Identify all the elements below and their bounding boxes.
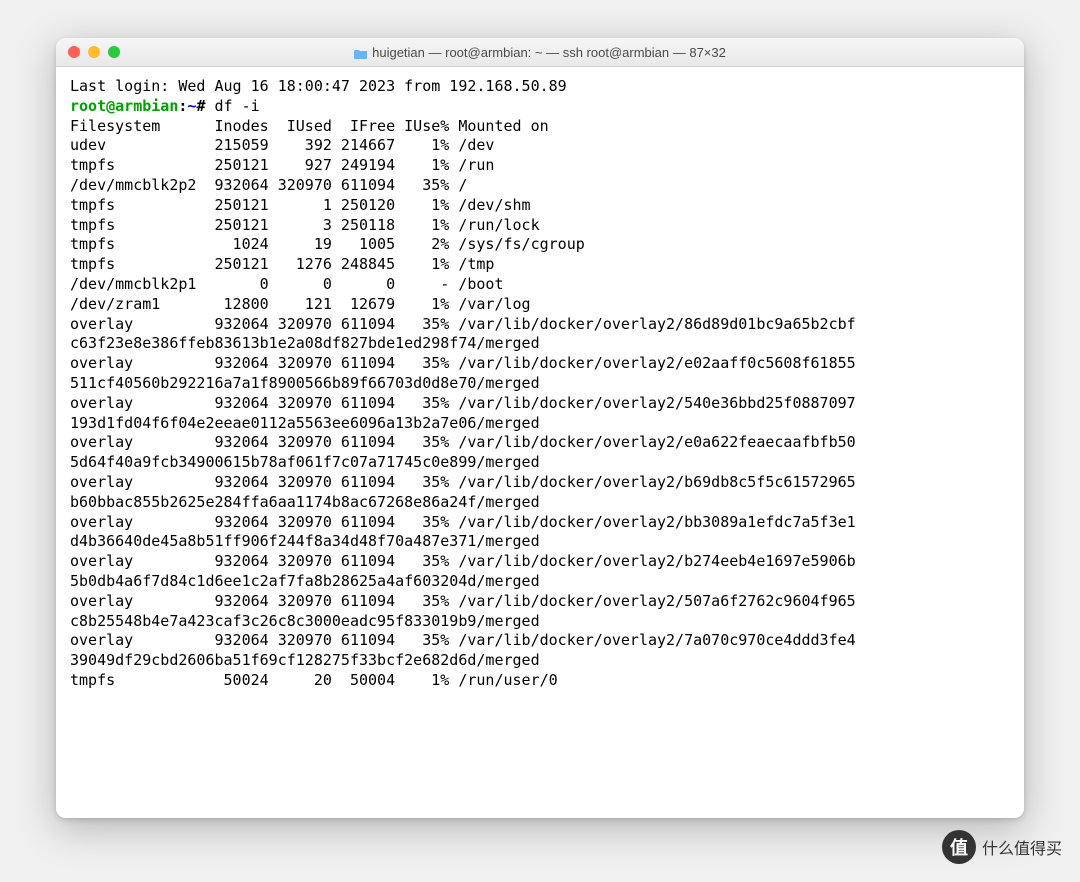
terminal-body[interactable]: Last login: Wed Aug 16 18:00:47 2023 fro… bbox=[56, 67, 1024, 818]
traffic-lights bbox=[56, 46, 120, 58]
terminal-window: huigetian — root@armbian: ~ — ssh root@a… bbox=[56, 38, 1024, 818]
titlebar: huigetian — root@armbian: ~ — ssh root@a… bbox=[56, 38, 1024, 67]
watermark-text: 什么值得买 bbox=[982, 835, 1062, 859]
maximize-icon[interactable] bbox=[108, 46, 120, 58]
folder-icon bbox=[354, 47, 368, 58]
watermark-badge: 值 bbox=[942, 830, 976, 864]
window-title: huigetian — root@armbian: ~ — ssh root@a… bbox=[56, 45, 1024, 60]
minimize-icon[interactable] bbox=[88, 46, 100, 58]
window-title-text: huigetian — root@armbian: ~ — ssh root@a… bbox=[372, 45, 726, 60]
watermark: 值 什么值得买 bbox=[942, 830, 1062, 864]
close-icon[interactable] bbox=[68, 46, 80, 58]
